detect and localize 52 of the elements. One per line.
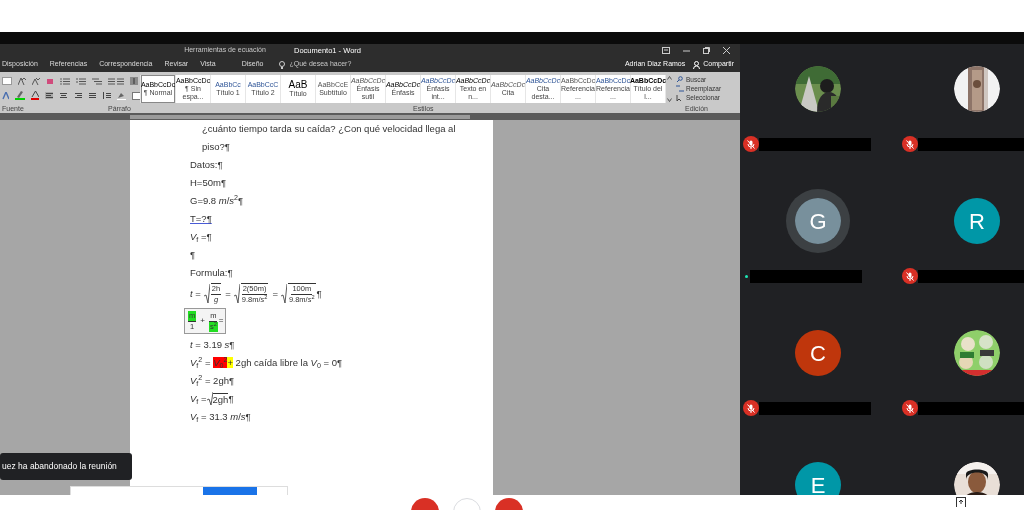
minimize-icon[interactable] <box>683 47 690 54</box>
text-effects-icon[interactable] <box>2 91 10 100</box>
eraser-icon[interactable] <box>46 77 54 85</box>
square-root-icon <box>233 284 240 304</box>
document-text: V$_{f}$ = 31.3 m/s¶ <box>190 410 251 424</box>
align-left-icon[interactable] <box>44 92 54 99</box>
avatar: G <box>795 198 841 244</box>
font-color-icon[interactable] <box>30 91 39 100</box>
document-text: Datos:¶ <box>190 158 223 172</box>
multilevel-list-icon[interactable] <box>92 77 102 85</box>
align-center-icon[interactable] <box>59 92 68 99</box>
document-text: t = 3.19 s¶ <box>190 338 235 352</box>
document-text: Formula:¶ <box>190 266 233 280</box>
document-text: piso?¶ <box>202 140 230 154</box>
shading-icon[interactable] <box>117 91 126 100</box>
avatar: C <box>795 330 841 376</box>
indent-icon[interactable] <box>108 77 124 85</box>
justify-icon[interactable] <box>87 92 97 99</box>
bullet-list-icon[interactable] <box>60 77 70 85</box>
document-text: T=?¶ <box>190 212 212 226</box>
ribbon-display-icon[interactable] <box>662 47 670 54</box>
numbered-list-icon[interactable] <box>76 77 86 85</box>
document-text: ¿cuánto tiempo tarda su caída? ¿Con qué velocidad llega al <box>202 122 456 136</box>
document-text: H=50m¶ <box>190 176 226 190</box>
replace-icon <box>676 84 684 93</box>
font-size-field[interactable] <box>2 77 12 85</box>
highlight-icon[interactable] <box>15 91 25 100</box>
restore-icon[interactable] <box>703 47 710 54</box>
scroll-up-icon[interactable] <box>667 75 672 80</box>
search-icon <box>676 75 684 84</box>
grow-font-icon[interactable] <box>18 77 26 85</box>
document-text: V$_{f}$ =¶ <box>190 230 212 244</box>
equation-text: V$_{f}$$^{2}$ = V$_{0}$$^{2}$+ 2gh caída libre la V$_{0}$ = 0¶ <box>190 355 343 370</box>
avatar: E <box>795 462 841 495</box>
lightbulb-icon <box>279 60 286 69</box>
line-spacing-icon[interactable] <box>102 92 112 99</box>
equation-text: V$_{f}$ = 2gh¶ <box>190 391 234 406</box>
document-text: ¶ <box>190 248 196 262</box>
square-root-icon <box>280 284 287 304</box>
align-right-icon[interactable] <box>73 92 82 99</box>
shrink-font-icon[interactable] <box>32 77 40 85</box>
square-root-icon <box>203 284 210 304</box>
person-icon <box>693 60 701 69</box>
document-text: G=9.8 m/s$^{2}$¶ <box>190 193 244 208</box>
close-icon[interactable] <box>723 47 730 54</box>
avatar: R <box>954 198 1000 244</box>
square-root-icon <box>206 391 213 406</box>
toast-message: uez ha abandonado la reunión <box>0 453 132 480</box>
scroll-down-icon[interactable] <box>667 97 672 102</box>
document-text: V$_{f}$$^{2}$ = 2gh¶ <box>190 373 235 388</box>
present-icon[interactable] <box>956 497 966 507</box>
borders-icon[interactable] <box>131 91 140 100</box>
